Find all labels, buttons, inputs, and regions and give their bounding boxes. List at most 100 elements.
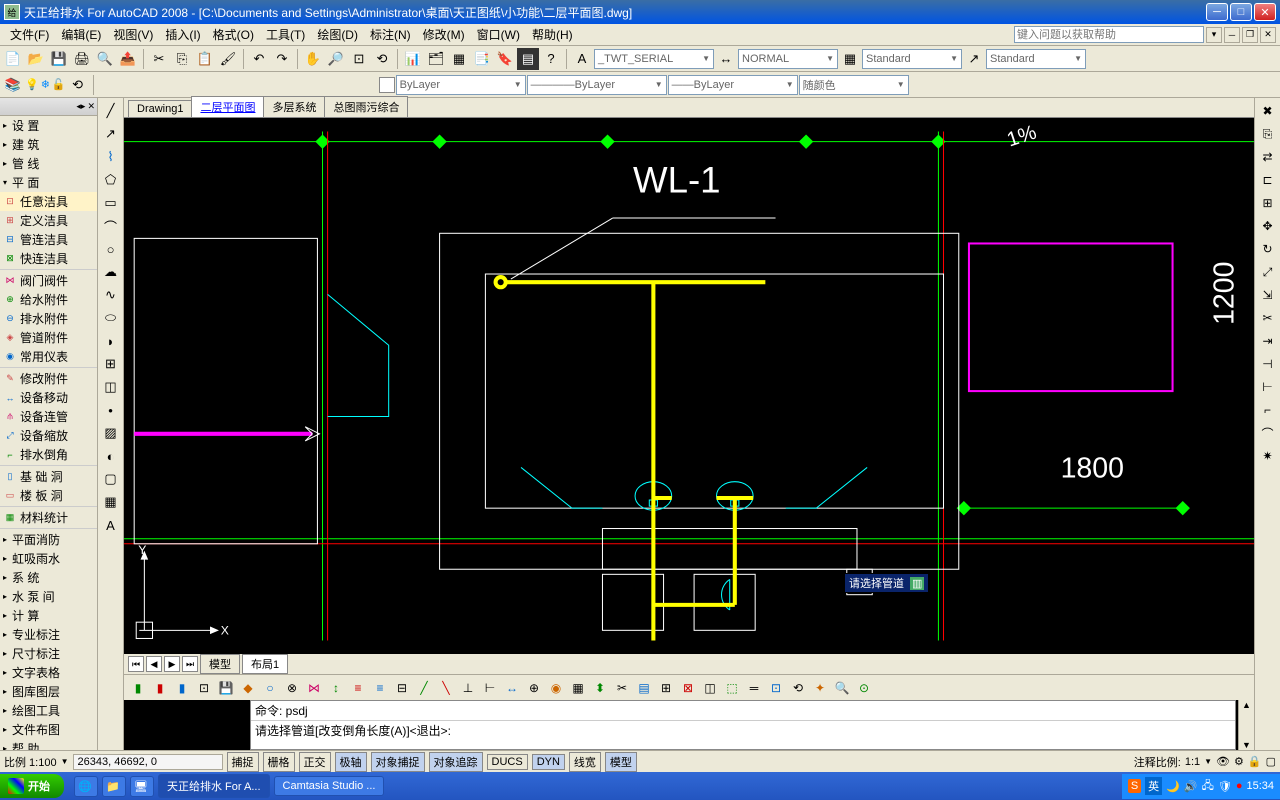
bt-32[interactable]: 🔍 bbox=[832, 678, 852, 698]
minimize-button[interactable]: ─ bbox=[1206, 3, 1228, 21]
sidebar-item-valve[interactable]: ⋈阀门阀件 bbox=[0, 271, 97, 290]
start-button[interactable]: 开始 bbox=[0, 774, 64, 798]
bt-24[interactable]: ⊞ bbox=[656, 678, 676, 698]
polygon-icon[interactable]: ⬠ bbox=[100, 169, 122, 191]
dcenter-icon[interactable]: 🗂 bbox=[425, 48, 447, 70]
move-icon[interactable]: ✥ bbox=[1257, 215, 1279, 237]
sidebar-item-lib-layer[interactable]: ▸图库图层 bbox=[0, 682, 97, 701]
props-icon[interactable]: 📊 bbox=[402, 48, 424, 70]
sidebar-item-instrument[interactable]: ◉常用仪表 bbox=[0, 347, 97, 366]
tab-next-icon[interactable]: ▶ bbox=[164, 656, 180, 672]
cut-icon[interactable]: ✂ bbox=[148, 48, 170, 70]
mleader-icon[interactable]: ↗ bbox=[963, 48, 985, 70]
bt-4[interactable]: ⊡ bbox=[194, 678, 214, 698]
textstyle-icon[interactable]: A bbox=[571, 48, 593, 70]
rotate-icon[interactable]: ↻ bbox=[1257, 238, 1279, 260]
toggle-dyn[interactable]: DYN bbox=[532, 754, 565, 770]
sidebar-item-modify-fitting[interactable]: ✎修改附件 bbox=[0, 369, 97, 388]
sidebar-item-drain-chamfer[interactable]: ⌐排水倒角 bbox=[0, 445, 97, 464]
sidebar-item-any-fixture[interactable]: ⊡任意洁具 bbox=[0, 192, 97, 211]
tab-multi[interactable]: 多层系统 bbox=[263, 96, 325, 117]
toolpal-icon[interactable]: ▦ bbox=[448, 48, 470, 70]
arc-icon[interactable]: ⌒ bbox=[100, 215, 122, 237]
publish-icon[interactable]: 📤 bbox=[117, 48, 139, 70]
copy2-icon[interactable]: ⎘ bbox=[1257, 123, 1279, 145]
bt-7[interactable]: ⊗ bbox=[282, 678, 302, 698]
bt-28[interactable]: ═ bbox=[744, 678, 764, 698]
bt-save[interactable]: 💾 bbox=[216, 678, 236, 698]
extend-icon[interactable]: ⇥ bbox=[1257, 330, 1279, 352]
cmd-scrollbar[interactable]: ▲▼ bbox=[1238, 700, 1254, 750]
rect-icon[interactable]: ▭ bbox=[100, 192, 122, 214]
plotstyle-dropdown[interactable]: 随颜色▼ bbox=[799, 75, 909, 95]
bt-6[interactable]: ○ bbox=[260, 678, 280, 698]
fillet-icon[interactable]: ⌒ bbox=[1257, 422, 1279, 444]
menu-view[interactable]: 视图(V) bbox=[107, 24, 159, 45]
region-icon[interactable]: ▢ bbox=[100, 468, 122, 490]
close-button[interactable]: ✕ bbox=[1254, 3, 1276, 21]
color-dropdown[interactable]: ByLayer▼ bbox=[396, 75, 526, 95]
markup-icon[interactable]: 🔖 bbox=[494, 48, 516, 70]
help-search-icon[interactable]: ▾ bbox=[1206, 27, 1222, 43]
bt-3[interactable]: ▮ bbox=[172, 678, 192, 698]
canvas[interactable]: 1200 1800 1% WL-1 bbox=[124, 118, 1254, 654]
bt-14[interactable]: ╲ bbox=[436, 678, 456, 698]
bt-22[interactable]: ✂ bbox=[612, 678, 632, 698]
sheet-icon[interactable]: 📑 bbox=[471, 48, 493, 70]
bt-25[interactable]: ⊠ bbox=[678, 678, 698, 698]
bt-12[interactable]: ⊟ bbox=[392, 678, 412, 698]
print-icon[interactable]: 🖨 bbox=[71, 48, 93, 70]
anno-vis-icon[interactable]: 👁 bbox=[1216, 755, 1230, 768]
save-icon[interactable]: 💾 bbox=[48, 48, 70, 70]
offset-icon[interactable]: ⊏ bbox=[1257, 169, 1279, 191]
bt-26[interactable]: ◫ bbox=[700, 678, 720, 698]
help-icon[interactable]: ? bbox=[540, 48, 562, 70]
sidebar-item-pro-dim[interactable]: ▸专业标注 bbox=[0, 625, 97, 644]
sidebar-item-size-dim[interactable]: ▸尺寸标注 bbox=[0, 644, 97, 663]
revcloud-icon[interactable]: ☁ bbox=[100, 261, 122, 283]
lineweight-dropdown[interactable]: —— ByLayer▼ bbox=[668, 75, 798, 95]
sidebar-item-settings[interactable]: ▸设 置 bbox=[0, 116, 97, 135]
bt-15[interactable]: ⊥ bbox=[458, 678, 478, 698]
tray-sound-icon[interactable]: 🔊 bbox=[1184, 780, 1198, 793]
line-icon[interactable]: ╱ bbox=[100, 100, 122, 122]
bt-13[interactable]: ╱ bbox=[414, 678, 434, 698]
table-icon[interactable]: ▦ bbox=[100, 491, 122, 513]
zoom-icon[interactable]: 🔎 bbox=[325, 48, 347, 70]
bt-11[interactable]: ≡ bbox=[370, 678, 390, 698]
sidebar-item-conn-fixture[interactable]: ⊟管连洁具 bbox=[0, 230, 97, 249]
tab-prev-icon[interactable]: ◀ bbox=[146, 656, 162, 672]
match-icon[interactable]: 🖌 bbox=[217, 48, 239, 70]
bt-27[interactable]: ⬚ bbox=[722, 678, 742, 698]
tab-floor2[interactable]: 二层平面图 bbox=[191, 96, 264, 117]
sidebar-item-system[interactable]: ▸系 统 bbox=[0, 568, 97, 587]
calc-icon[interactable]: ▤ bbox=[517, 48, 539, 70]
bt-33[interactable]: ⊙ bbox=[854, 678, 874, 698]
tray-shield-icon[interactable]: 🛡 bbox=[1218, 780, 1232, 793]
sidebar-item-quick-fixture[interactable]: ⊠快连洁具 bbox=[0, 249, 97, 268]
spline-icon[interactable]: ∿ bbox=[100, 284, 122, 306]
task-camtasia[interactable]: Camtasia Studio ... bbox=[274, 776, 385, 796]
bt-23[interactable]: ▤ bbox=[634, 678, 654, 698]
anno-value[interactable]: 1:1 bbox=[1185, 756, 1200, 768]
undo-icon[interactable]: ↶ bbox=[248, 48, 270, 70]
break-icon[interactable]: ⊣ bbox=[1257, 353, 1279, 375]
tab-layout1[interactable]: 布局1 bbox=[242, 654, 288, 674]
paste-icon[interactable]: 📋 bbox=[194, 48, 216, 70]
bt-20[interactable]: ▦ bbox=[568, 678, 588, 698]
menu-modify[interactable]: 修改(M) bbox=[417, 24, 471, 45]
array-icon[interactable]: ⊞ bbox=[1257, 192, 1279, 214]
dimstyle-icon[interactable]: ↔ bbox=[715, 48, 737, 70]
point-icon[interactable]: • bbox=[100, 399, 122, 421]
bt-16[interactable]: ⊢ bbox=[480, 678, 500, 698]
sidebar-item-foundation-hole[interactable]: ▯基 础 洞 bbox=[0, 467, 97, 486]
menu-help[interactable]: 帮助(H) bbox=[526, 24, 579, 45]
menu-edit[interactable]: 编辑(E) bbox=[55, 24, 107, 45]
bt-2[interactable]: ▮ bbox=[150, 678, 170, 698]
layer-manager-icon[interactable]: 📚 bbox=[2, 74, 24, 96]
linetype-dropdown[interactable]: ———— ByLayer▼ bbox=[527, 75, 667, 95]
trim-icon[interactable]: ✂ bbox=[1257, 307, 1279, 329]
bt-10[interactable]: ≡ bbox=[348, 678, 368, 698]
tablestyle-icon[interactable]: ▦ bbox=[839, 48, 861, 70]
command-area[interactable]: 命令: psdj 请选择管道[改变倒角长度(A)]<退出>: bbox=[250, 700, 1236, 750]
